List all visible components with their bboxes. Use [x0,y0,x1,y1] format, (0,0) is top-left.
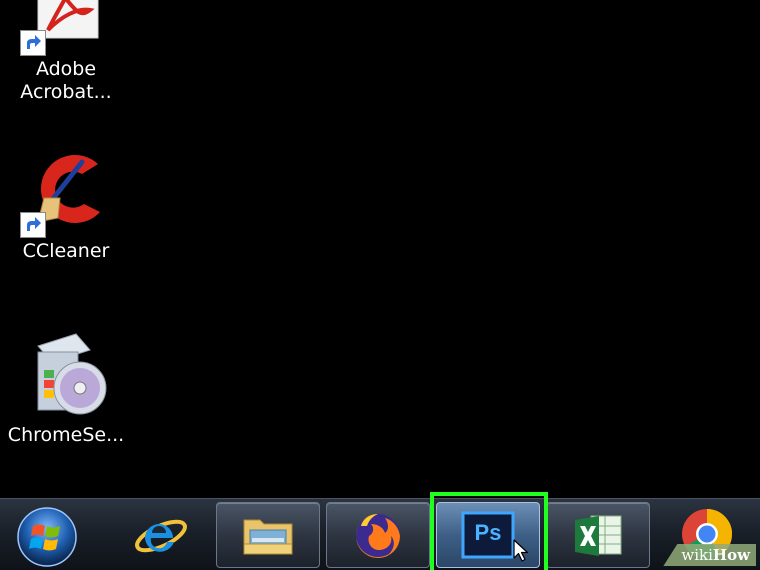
desktop-icon-label: Adobe [35,58,97,80]
wikihow-watermark: wiki How [663,544,756,566]
excel-icon [575,515,622,556]
desktop: Adobe Acrobat... CCleaner ChromeSe... Ps… [0,0,760,570]
adobe-acrobat-icon [18,0,114,56]
mouse-cursor-icon [513,539,529,562]
desktop-icon-adobe-acrobat[interactable]: Adobe Acrobat... [6,0,126,104]
firefox-icon [356,514,400,558]
desktop-icon-label: ChromeSe... [7,424,125,446]
taskbar-button-internet-explorer[interactable] [108,502,210,566]
desktop-icon-ccleaner[interactable]: CCleaner [6,142,126,263]
taskbar-button-photoshop[interactable]: Ps [436,502,540,568]
desktop-icon-label: CCleaner [22,240,110,262]
shortcut-arrow-icon [20,30,46,56]
watermark-text-wiki: wiki [681,546,713,564]
start-button[interactable] [12,502,82,568]
ccleaner-icon [18,142,114,238]
taskbar-button-firefox[interactable] [326,502,430,568]
desktop-icon-chrome-setup[interactable]: ChromeSe... [6,326,126,447]
watermark-text-how: How [712,546,750,564]
internet-explorer-icon [135,519,187,553]
shortcut-arrow-icon [20,212,46,238]
taskbar-button-excel[interactable] [546,502,650,568]
desktop-icon-label: Acrobat... [20,81,112,103]
file-explorer-icon [243,519,293,555]
chrome-setup-icon [18,326,114,422]
taskbar-button-file-explorer[interactable] [216,502,320,568]
windows-start-orb-icon [17,507,77,567]
